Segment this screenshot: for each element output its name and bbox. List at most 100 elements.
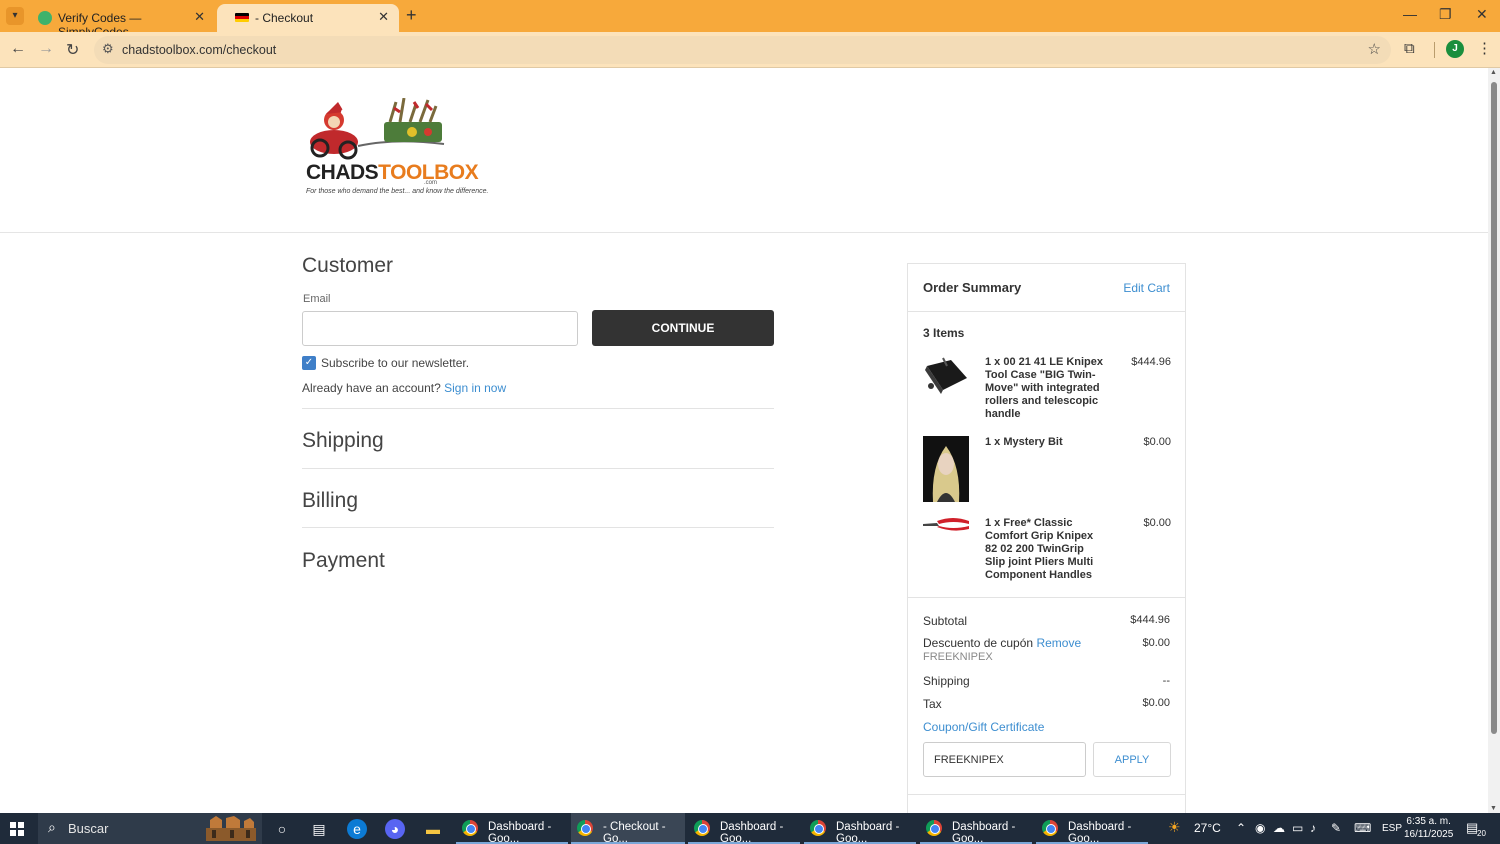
coupon-gift-certificate-link[interactable]: Coupon/Gift Certificate bbox=[923, 720, 1044, 734]
checkout-page: CHADSTOOLBOX .com For those who demand t… bbox=[0, 68, 1488, 813]
pen-icon[interactable]: ✎ bbox=[1331, 821, 1341, 835]
newsletter-label[interactable]: Subscribe to our newsletter. bbox=[321, 356, 469, 370]
scroll-up-icon[interactable]: ▲ bbox=[1490, 69, 1497, 76]
onedrive-cloud-icon[interactable]: ☁ bbox=[1273, 821, 1285, 835]
file-explorer-folder-icon[interactable]: ▬ bbox=[423, 819, 443, 839]
page-scrollbar[interactable]: ▲ ▼ bbox=[1488, 68, 1500, 813]
task-view-icon[interactable]: ▤ bbox=[309, 819, 329, 839]
scroll-down-icon[interactable]: ▼ bbox=[1490, 805, 1497, 812]
summary-divider bbox=[908, 794, 1185, 795]
cortana-circle-icon[interactable]: ○ bbox=[272, 819, 292, 839]
chrome-icon bbox=[1042, 820, 1058, 836]
browser-tab-bar: ▾ Verify Codes — SimplyCodes ✕ - Checkou… bbox=[0, 0, 1500, 39]
discount-label: Descuento de cupón bbox=[923, 636, 1034, 650]
sign-in-link[interactable]: Sign in now bbox=[444, 381, 506, 395]
tab-checkout[interactable]: - Checkout ✕ bbox=[217, 4, 399, 32]
apply-coupon-button[interactable]: APPLY bbox=[1093, 742, 1171, 777]
close-window-button[interactable]: ✕ bbox=[1476, 6, 1488, 23]
items-count: 3 Items bbox=[923, 326, 965, 340]
subtotal-value: $444.96 bbox=[1130, 614, 1170, 626]
notification-count: 20 bbox=[1477, 829, 1486, 838]
logo-com: .com bbox=[424, 180, 438, 186]
taskbar-app-chrome[interactable]: Dashboard - Goo... bbox=[920, 813, 1032, 844]
search-placeholder: Buscar bbox=[68, 821, 109, 836]
tool-case-thumbnail bbox=[925, 357, 967, 394]
subtotal-label: Subtotal bbox=[923, 614, 968, 628]
windows-taskbar: ⌕ Buscar ○ ▤ e ◕ ▬ Dashboard - Goo... - … bbox=[0, 813, 1500, 844]
discord-icon[interactable]: ◕ bbox=[385, 819, 405, 839]
browser-menu-icon[interactable]: ⋮ bbox=[1477, 39, 1492, 57]
input-language[interactable]: ESP bbox=[1382, 823, 1402, 834]
edit-cart-link[interactable]: Edit Cart bbox=[1123, 281, 1170, 295]
search-icon: ⌕ bbox=[48, 819, 56, 835]
bookmark-star-icon[interactable]: ☆ bbox=[1368, 40, 1381, 58]
taskbar-app-label: Dashboard - Goo... bbox=[952, 821, 1016, 844]
chrome-icon bbox=[810, 820, 826, 836]
order-summary: Order Summary Edit Cart 3 Items 1 x 00 2… bbox=[907, 263, 1186, 813]
network-icon[interactable]: ▭ bbox=[1292, 821, 1303, 835]
taskbar-app-chrome[interactable]: Dashboard - Goo... bbox=[688, 813, 800, 844]
coupon-code-input[interactable] bbox=[923, 742, 1086, 777]
taskbar-app-chrome[interactable]: Dashboard - Goo... bbox=[804, 813, 916, 844]
reload-icon[interactable]: ↻ bbox=[66, 40, 79, 60]
back-arrow-icon[interactable]: ← bbox=[10, 40, 26, 58]
newsletter-checkbox[interactable]: ✓ bbox=[302, 356, 316, 370]
billing-heading[interactable]: Billing bbox=[302, 489, 358, 513]
tax-label: Tax bbox=[923, 697, 942, 711]
tab-simplycodes[interactable]: Verify Codes — SimplyCodes ✕ bbox=[20, 4, 215, 39]
scrollbar-thumb[interactable] bbox=[1491, 82, 1497, 734]
taskbar-app-chrome[interactable]: Dashboard - Goo... bbox=[1036, 813, 1148, 844]
simplycodes-favicon-icon bbox=[38, 11, 52, 25]
close-tab-icon[interactable]: ✕ bbox=[378, 9, 389, 25]
extensions-puzzle-icon[interactable]: ⧉ bbox=[1404, 40, 1415, 57]
windows-start-icon[interactable] bbox=[10, 822, 24, 836]
meet-now-icon[interactable]: ◉ bbox=[1255, 821, 1265, 835]
system-clock[interactable]: 6:35 a. m. 16/11/2025 bbox=[1404, 815, 1453, 841]
summary-divider bbox=[908, 311, 1185, 312]
email-label: Email bbox=[303, 293, 331, 305]
taskbar-app-chrome[interactable]: Dashboard - Goo... bbox=[456, 813, 568, 844]
show-hidden-icons-chevron-icon[interactable]: ⌃ bbox=[1236, 821, 1246, 835]
item-price: $0.00 bbox=[1143, 436, 1171, 448]
temperature[interactable]: 27°C bbox=[1194, 821, 1221, 835]
edge-browser-icon[interactable]: e bbox=[347, 819, 367, 839]
minimize-button[interactable]: — bbox=[1403, 6, 1417, 22]
taskbar-app-label: Dashboard - Goo... bbox=[836, 821, 900, 844]
site-header: CHADSTOOLBOX .com For those who demand t… bbox=[0, 68, 1488, 233]
continue-button[interactable]: CONTINUE bbox=[592, 310, 774, 346]
url-text[interactable]: chadstoolbox.com/checkout bbox=[122, 43, 276, 57]
taskbar-app-chrome-checkout[interactable]: - Checkout - Go... bbox=[571, 813, 685, 844]
weather-icon[interactable]: ☀ bbox=[1168, 819, 1181, 836]
payment-heading[interactable]: Payment bbox=[302, 549, 385, 573]
section-divider bbox=[302, 527, 774, 528]
forward-arrow-icon[interactable]: → bbox=[38, 40, 54, 58]
account-prompt: Already have an account? Sign in now bbox=[302, 381, 506, 395]
address-bar[interactable]: ⚙ chadstoolbox.com/checkout ☆ bbox=[94, 36, 1391, 64]
chrome-icon bbox=[694, 820, 710, 836]
email-field[interactable] bbox=[302, 311, 578, 346]
logo-tagline: For those who demand the best... and kno… bbox=[306, 188, 489, 195]
volume-icon[interactable]: ♪ bbox=[1310, 821, 1316, 835]
item-name: 1 x Mystery Bit bbox=[985, 436, 1063, 448]
search-highlight-art-icon bbox=[206, 816, 256, 841]
remove-coupon-link[interactable]: Remove bbox=[1036, 636, 1081, 650]
chrome-icon bbox=[926, 820, 942, 836]
item-price: $444.96 bbox=[1131, 356, 1171, 368]
taskbar-app-label: Dashboard - Goo... bbox=[720, 821, 784, 844]
site-info-icon[interactable]: ⚙ bbox=[102, 41, 114, 57]
close-tab-icon[interactable]: ✕ bbox=[194, 9, 205, 25]
keyboard-icon[interactable]: ⌨ bbox=[1354, 821, 1371, 835]
site-logo[interactable]: CHADSTOOLBOX .com For those who demand t… bbox=[304, 98, 489, 200]
taskbar-search[interactable]: ⌕ Buscar bbox=[38, 813, 262, 844]
flag-favicon-icon bbox=[235, 13, 249, 22]
mystery-bit-thumbnail bbox=[923, 436, 969, 502]
shipping-heading[interactable]: Shipping bbox=[302, 429, 384, 453]
browser-toolbar: ← → ↻ ⚙ chadstoolbox.com/checkout ☆ ⧉ J … bbox=[0, 32, 1500, 68]
account-text: Already have an account? bbox=[302, 381, 441, 395]
maximize-button[interactable]: ❐ bbox=[1439, 6, 1452, 23]
profile-avatar[interactable]: J bbox=[1446, 40, 1464, 58]
summary-divider bbox=[908, 597, 1185, 598]
new-tab-button[interactable]: + bbox=[406, 5, 417, 26]
section-divider bbox=[302, 468, 774, 469]
tab-title: - Checkout bbox=[255, 11, 314, 25]
